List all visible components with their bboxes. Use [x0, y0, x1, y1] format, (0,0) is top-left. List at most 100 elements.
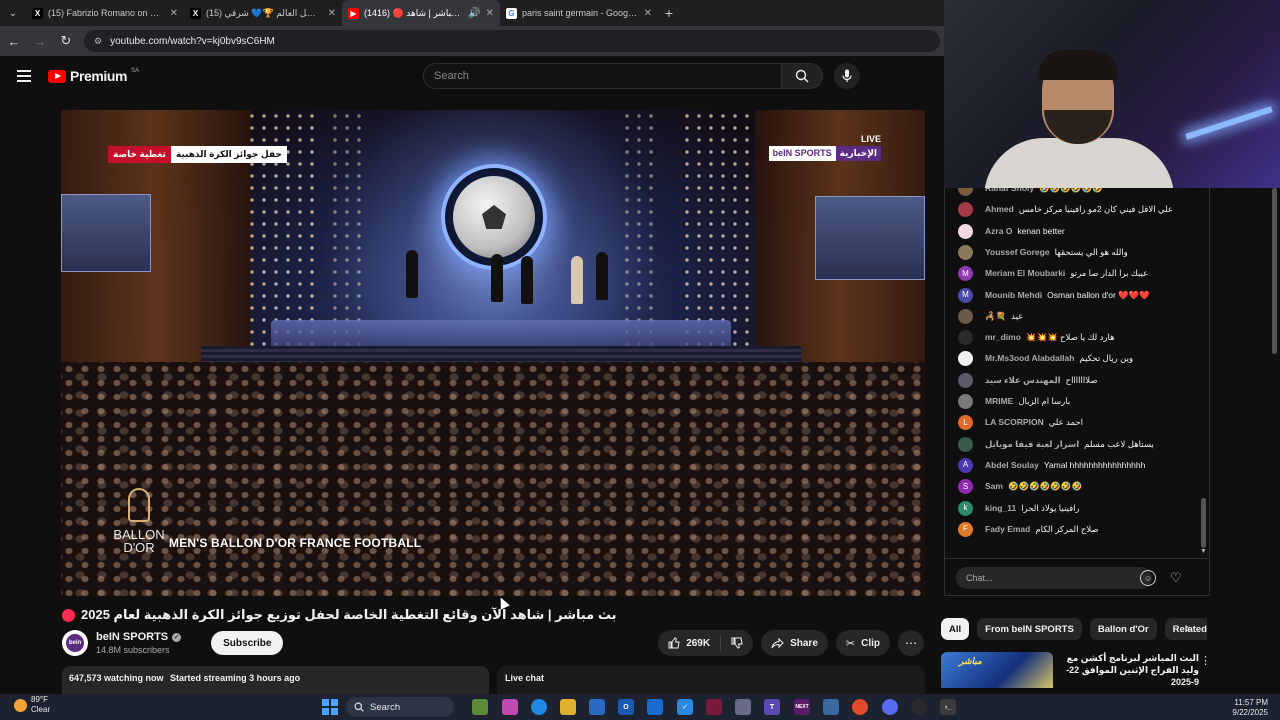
chat-message[interactable]: Youssef Gorege والله هو الي يستحقها	[958, 244, 1194, 260]
related-thumbnail[interactable]: مباشر	[941, 652, 1053, 688]
mail-icon[interactable]	[647, 699, 663, 715]
discord-icon[interactable]	[882, 699, 898, 715]
chat-message[interactable]: Azra O kenan better	[958, 223, 1194, 239]
video-player[interactable]: تغطية خاصة حفل جوائز الكرة الذهبية LIVE …	[61, 110, 925, 596]
chat-message[interactable]: A Abdel Soulay Yamal hhhhhhhhhhhhhhhh	[958, 457, 1194, 473]
chat-author[interactable]: Azra O	[985, 225, 1012, 237]
chat-author[interactable]: المهندس علاء سيد	[985, 374, 1061, 386]
clip-button[interactable]: ✂ Clip	[835, 630, 890, 656]
chat-avatar[interactable]: M	[958, 266, 973, 282]
live-chat-header[interactable]: Live chat	[497, 666, 925, 694]
tab-search-chevron-icon[interactable]: ⌄	[0, 0, 26, 26]
tab-fabrizio[interactable]: X (15) Fabrizio Romano on X: "🎙️ ✕	[26, 0, 184, 26]
chat-message[interactable]: F Fady Emad صلاح المركز الكام	[958, 521, 1194, 537]
tab-x-sharqi[interactable]: X (15) بطل العالم 🏆💙 شرقي (@ ✕	[184, 0, 342, 26]
speaker-icon[interactable]: 🔊	[468, 8, 480, 19]
chat-input[interactable]: Chat...	[956, 567, 1152, 589]
chat-avatar[interactable]	[958, 188, 973, 196]
heart-outline-icon[interactable]: ♡	[1170, 570, 1182, 586]
close-icon[interactable]: ✕	[170, 8, 178, 19]
chat-avatar[interactable]: k	[958, 500, 973, 516]
site-info-icon[interactable]: ⚙	[94, 36, 102, 47]
chat-avatar[interactable]	[958, 351, 973, 367]
description-box[interactable]: 647,573 watching now Started streaming 3…	[62, 666, 489, 694]
chat-author[interactable]: mr_dimo	[985, 331, 1021, 343]
chat-author[interactable]: Youssef Gorege	[985, 246, 1050, 258]
chat-avatar[interactable]: L	[958, 415, 973, 431]
close-icon[interactable]: ✕	[486, 8, 494, 19]
media-app-icon[interactable]	[706, 699, 722, 715]
edge-icon[interactable]	[531, 699, 547, 715]
search-input[interactable]: Search	[423, 63, 781, 89]
chat-author[interactable]: Rahaf Sholy	[985, 188, 1034, 194]
back-arrow-icon[interactable]: ←	[2, 29, 26, 53]
chat-avatar[interactable]	[958, 244, 973, 260]
widgets-icon[interactable]	[472, 699, 488, 715]
related-video-title[interactable]: البث المباشر لبرنامج أكشن مع وليد الفراج…	[1059, 652, 1199, 688]
taskbar-search[interactable]: Search	[346, 697, 454, 717]
chat-message[interactable]: L LA SCORPION احمد علي	[958, 415, 1194, 431]
chat-author[interactable]: king_11	[985, 502, 1016, 514]
address-bar[interactable]: ⚙ youtube.com/watch?v=kj0bv9sC6HM	[84, 30, 940, 52]
obs-icon[interactable]	[911, 699, 927, 715]
chat-author[interactable]: Meriam El Moubarki	[985, 267, 1065, 279]
chat-scrollbar-thumb[interactable]	[1201, 498, 1206, 548]
chat-message[interactable]: mr_dimo 💥💥💥 هارد لك يا صلاح	[958, 330, 1194, 346]
close-icon[interactable]: ✕	[644, 8, 652, 19]
chat-message[interactable]: S Sam 🤣🤣🤣🤣🤣🤣🤣	[958, 479, 1194, 495]
tab-google-search[interactable]: G paris saint germain - Google Se ✕	[500, 0, 658, 26]
chat-author[interactable]: LA SCORPION	[985, 416, 1044, 428]
chat-avatar[interactable]	[958, 394, 973, 409]
subscribe-button[interactable]: Subscribe	[211, 631, 284, 655]
chat-author[interactable]: Abdel Soulay	[985, 459, 1039, 471]
weather-widget[interactable]: 89°F Clear	[14, 695, 50, 715]
new-tab-plus-icon[interactable]: +	[658, 5, 680, 21]
chat-message[interactable]: M Meriam El Moubarki عيبك برا الدار صا مرت…	[958, 266, 1194, 282]
teams-icon[interactable]: T	[764, 699, 780, 715]
chat-message[interactable]: 🦂💐 عيد	[958, 308, 1194, 324]
chat-message[interactable]: المهندس علاء سيد صلاااااااح	[958, 372, 1194, 388]
file-explorer-icon[interactable]	[560, 699, 576, 715]
chat-author[interactable]: Ahmed	[985, 203, 1014, 215]
chip-ballon-dor[interactable]: Ballon d'Or	[1089, 618, 1157, 640]
notes-icon[interactable]	[823, 699, 839, 715]
channel-name-row[interactable]: beIN SPORTS ✓	[96, 631, 182, 643]
emoji-smiley-icon[interactable]: ☺	[1140, 570, 1156, 586]
menu-hamburger-icon[interactable]	[17, 70, 31, 82]
chat-avatar[interactable]	[958, 308, 973, 324]
chat-message[interactable]: اسرار لعبة فيفا موبايل يستاهل لاعب مسلم	[958, 436, 1194, 452]
chat-author[interactable]: اسرار لعبة فيفا موبايل	[985, 438, 1079, 450]
chat-avatar[interactable]	[958, 223, 973, 239]
like-button[interactable]: 269K	[658, 635, 722, 651]
chat-author[interactable]: Fady Emad	[985, 523, 1030, 535]
chat-avatar[interactable]	[958, 436, 973, 452]
forward-arrow-icon[interactable]: →	[28, 29, 52, 53]
chat-message[interactable]: Ahmed علي الاقل فيني كان 2مو رافينيا مركز…	[958, 202, 1194, 218]
search-button[interactable]	[781, 63, 823, 89]
outlook-icon[interactable]: O	[618, 699, 634, 715]
chip-from-channel[interactable]: From beIN SPORTS	[977, 618, 1082, 640]
windows-start-icon[interactable]	[322, 699, 338, 715]
chat-message[interactable]: M Mounib Mehdi Osman ballon d'or ❤️❤️❤️	[958, 287, 1194, 303]
chat-avatar[interactable]: F	[958, 521, 973, 537]
more-vertical-icon[interactable]: ⋮	[1200, 654, 1211, 667]
terminal-icon[interactable]: ›_	[940, 699, 956, 715]
channel-avatar[interactable]: bein	[62, 630, 88, 656]
chip-all[interactable]: All	[941, 618, 970, 640]
chat-avatar[interactable]: A	[958, 457, 973, 473]
photos-icon[interactable]	[735, 699, 751, 715]
chat-author[interactable]: MRIME	[985, 395, 1013, 407]
to-do-icon[interactable]: ✓	[677, 699, 693, 715]
youtube-premium-logo[interactable]: Premium SA	[48, 68, 139, 84]
chevron-right-icon[interactable]: ›	[1186, 621, 1190, 635]
chat-scroll-down-icon[interactable]: ▼	[1200, 548, 1207, 555]
chat-author[interactable]: Sam	[985, 480, 1003, 492]
chat-author[interactable]: Mounib Mehdi	[985, 289, 1042, 301]
close-icon[interactable]: ✕	[328, 8, 336, 19]
store-icon[interactable]	[589, 699, 605, 715]
dislike-button[interactable]	[721, 635, 753, 651]
tab-youtube-active[interactable]: ▶ (1416) 🔴 بث مباشر | شاهد 🔊 ✕	[342, 0, 500, 26]
page-scrollbar-thumb[interactable]	[1272, 188, 1277, 354]
chat-avatar[interactable]	[958, 372, 973, 388]
chat-avatar[interactable]	[958, 202, 973, 218]
